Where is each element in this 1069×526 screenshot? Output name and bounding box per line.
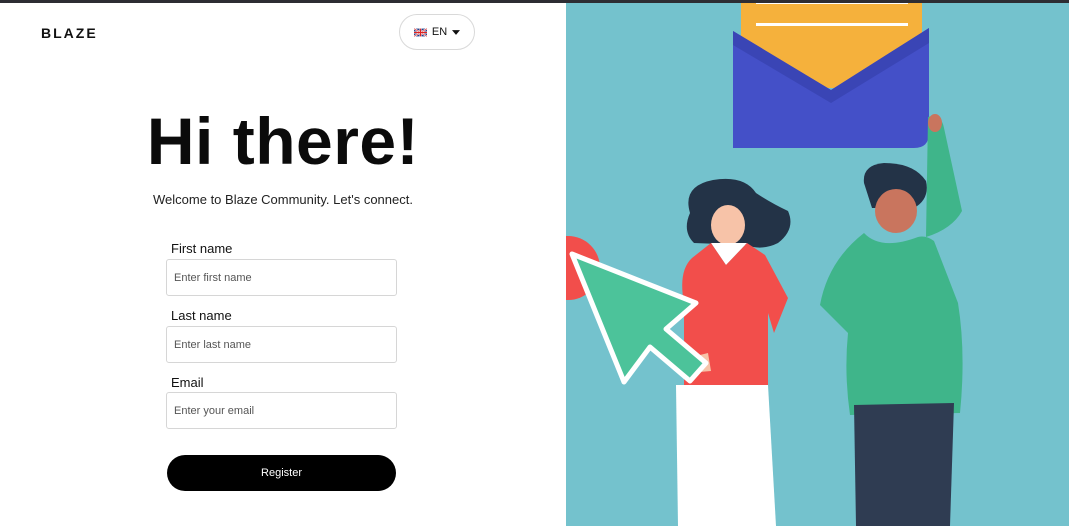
uk-flag-icon bbox=[413, 27, 427, 37]
caret-down-icon bbox=[452, 29, 461, 35]
register-button[interactable]: Register bbox=[167, 455, 396, 491]
envelope-icon bbox=[733, 3, 929, 148]
signup-panel: BLAZE EN Hi there! Welcome to Blaze Comm… bbox=[0, 3, 566, 526]
page-subtitle: Welcome to Blaze Community. Let's connec… bbox=[153, 192, 413, 207]
last-name-field[interactable] bbox=[166, 326, 397, 363]
language-selector[interactable]: EN bbox=[399, 14, 475, 50]
first-name-label: First name bbox=[171, 241, 233, 256]
hero-illustration bbox=[566, 3, 1069, 526]
first-name-field[interactable] bbox=[166, 259, 397, 296]
page-title: Hi there! bbox=[146, 104, 420, 178]
language-code: EN bbox=[431, 26, 448, 38]
email-label: Email bbox=[171, 375, 204, 390]
brand-logo[interactable]: BLAZE bbox=[41, 25, 98, 41]
email-field[interactable] bbox=[166, 392, 397, 429]
last-name-label: Last name bbox=[171, 308, 232, 323]
man-figure bbox=[820, 114, 963, 526]
illustration-canvas bbox=[566, 3, 963, 526]
